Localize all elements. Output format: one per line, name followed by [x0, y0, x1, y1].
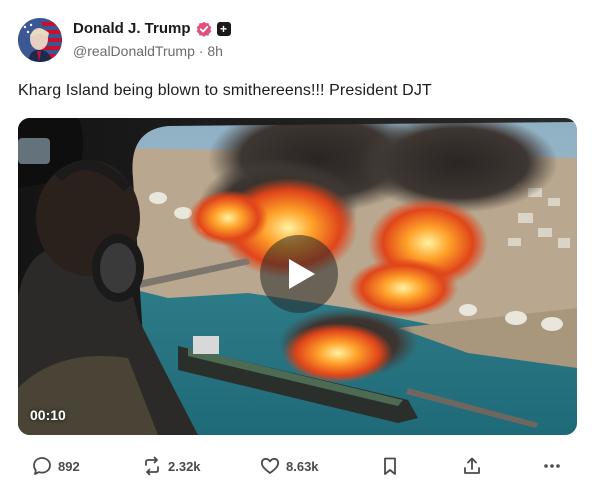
more-button[interactable] — [542, 456, 562, 476]
flag-portrait-avatar-icon — [18, 18, 62, 62]
repost-icon — [145, 456, 159, 476]
author-meta: @realDonaldTrump · 8h — [73, 43, 223, 59]
share-button[interactable] — [462, 456, 482, 476]
author-handle[interactable]: @realDonaldTrump — [73, 43, 195, 59]
post-text: Kharg Island being blown to smithereens!… — [18, 82, 432, 99]
reply-count: 892 — [58, 458, 80, 474]
action-bar: 892 2.32k 8.63k — [32, 456, 564, 478]
post-card: Donald J. Trump + @realDonaldTrump · 8h … — [0, 0, 592, 499]
reply-button[interactable]: 892 — [32, 456, 80, 476]
avatar[interactable] — [18, 18, 62, 62]
like-button[interactable]: 8.63k — [260, 456, 319, 476]
bookmark-button[interactable] — [380, 456, 400, 476]
repost-button[interactable]: 2.32k — [142, 456, 201, 476]
repost-count: 2.32k — [168, 458, 201, 474]
author-name-row: Donald J. Trump + — [73, 20, 231, 37]
author-display-name[interactable]: Donald J. Trump — [73, 20, 191, 37]
like-count: 8.63k — [286, 458, 319, 474]
verified-badge-icon — [196, 21, 211, 37]
bookmark-icon — [384, 457, 396, 475]
play-button[interactable] — [260, 235, 338, 313]
video-player[interactable]: 00:10 — [18, 118, 577, 435]
heart-icon — [260, 457, 280, 474]
more-icon — [544, 464, 560, 468]
post-time[interactable]: 8h — [207, 43, 223, 59]
video-duration: 00:10 — [30, 407, 66, 423]
play-icon — [289, 259, 315, 289]
comment-icon — [33, 457, 51, 475]
plus-badge-icon: + — [216, 21, 231, 36]
share-icon — [464, 457, 480, 474]
meta-separator: · — [198, 43, 204, 59]
post-header: Donald J. Trump + @realDonaldTrump · 8h — [18, 16, 578, 64]
